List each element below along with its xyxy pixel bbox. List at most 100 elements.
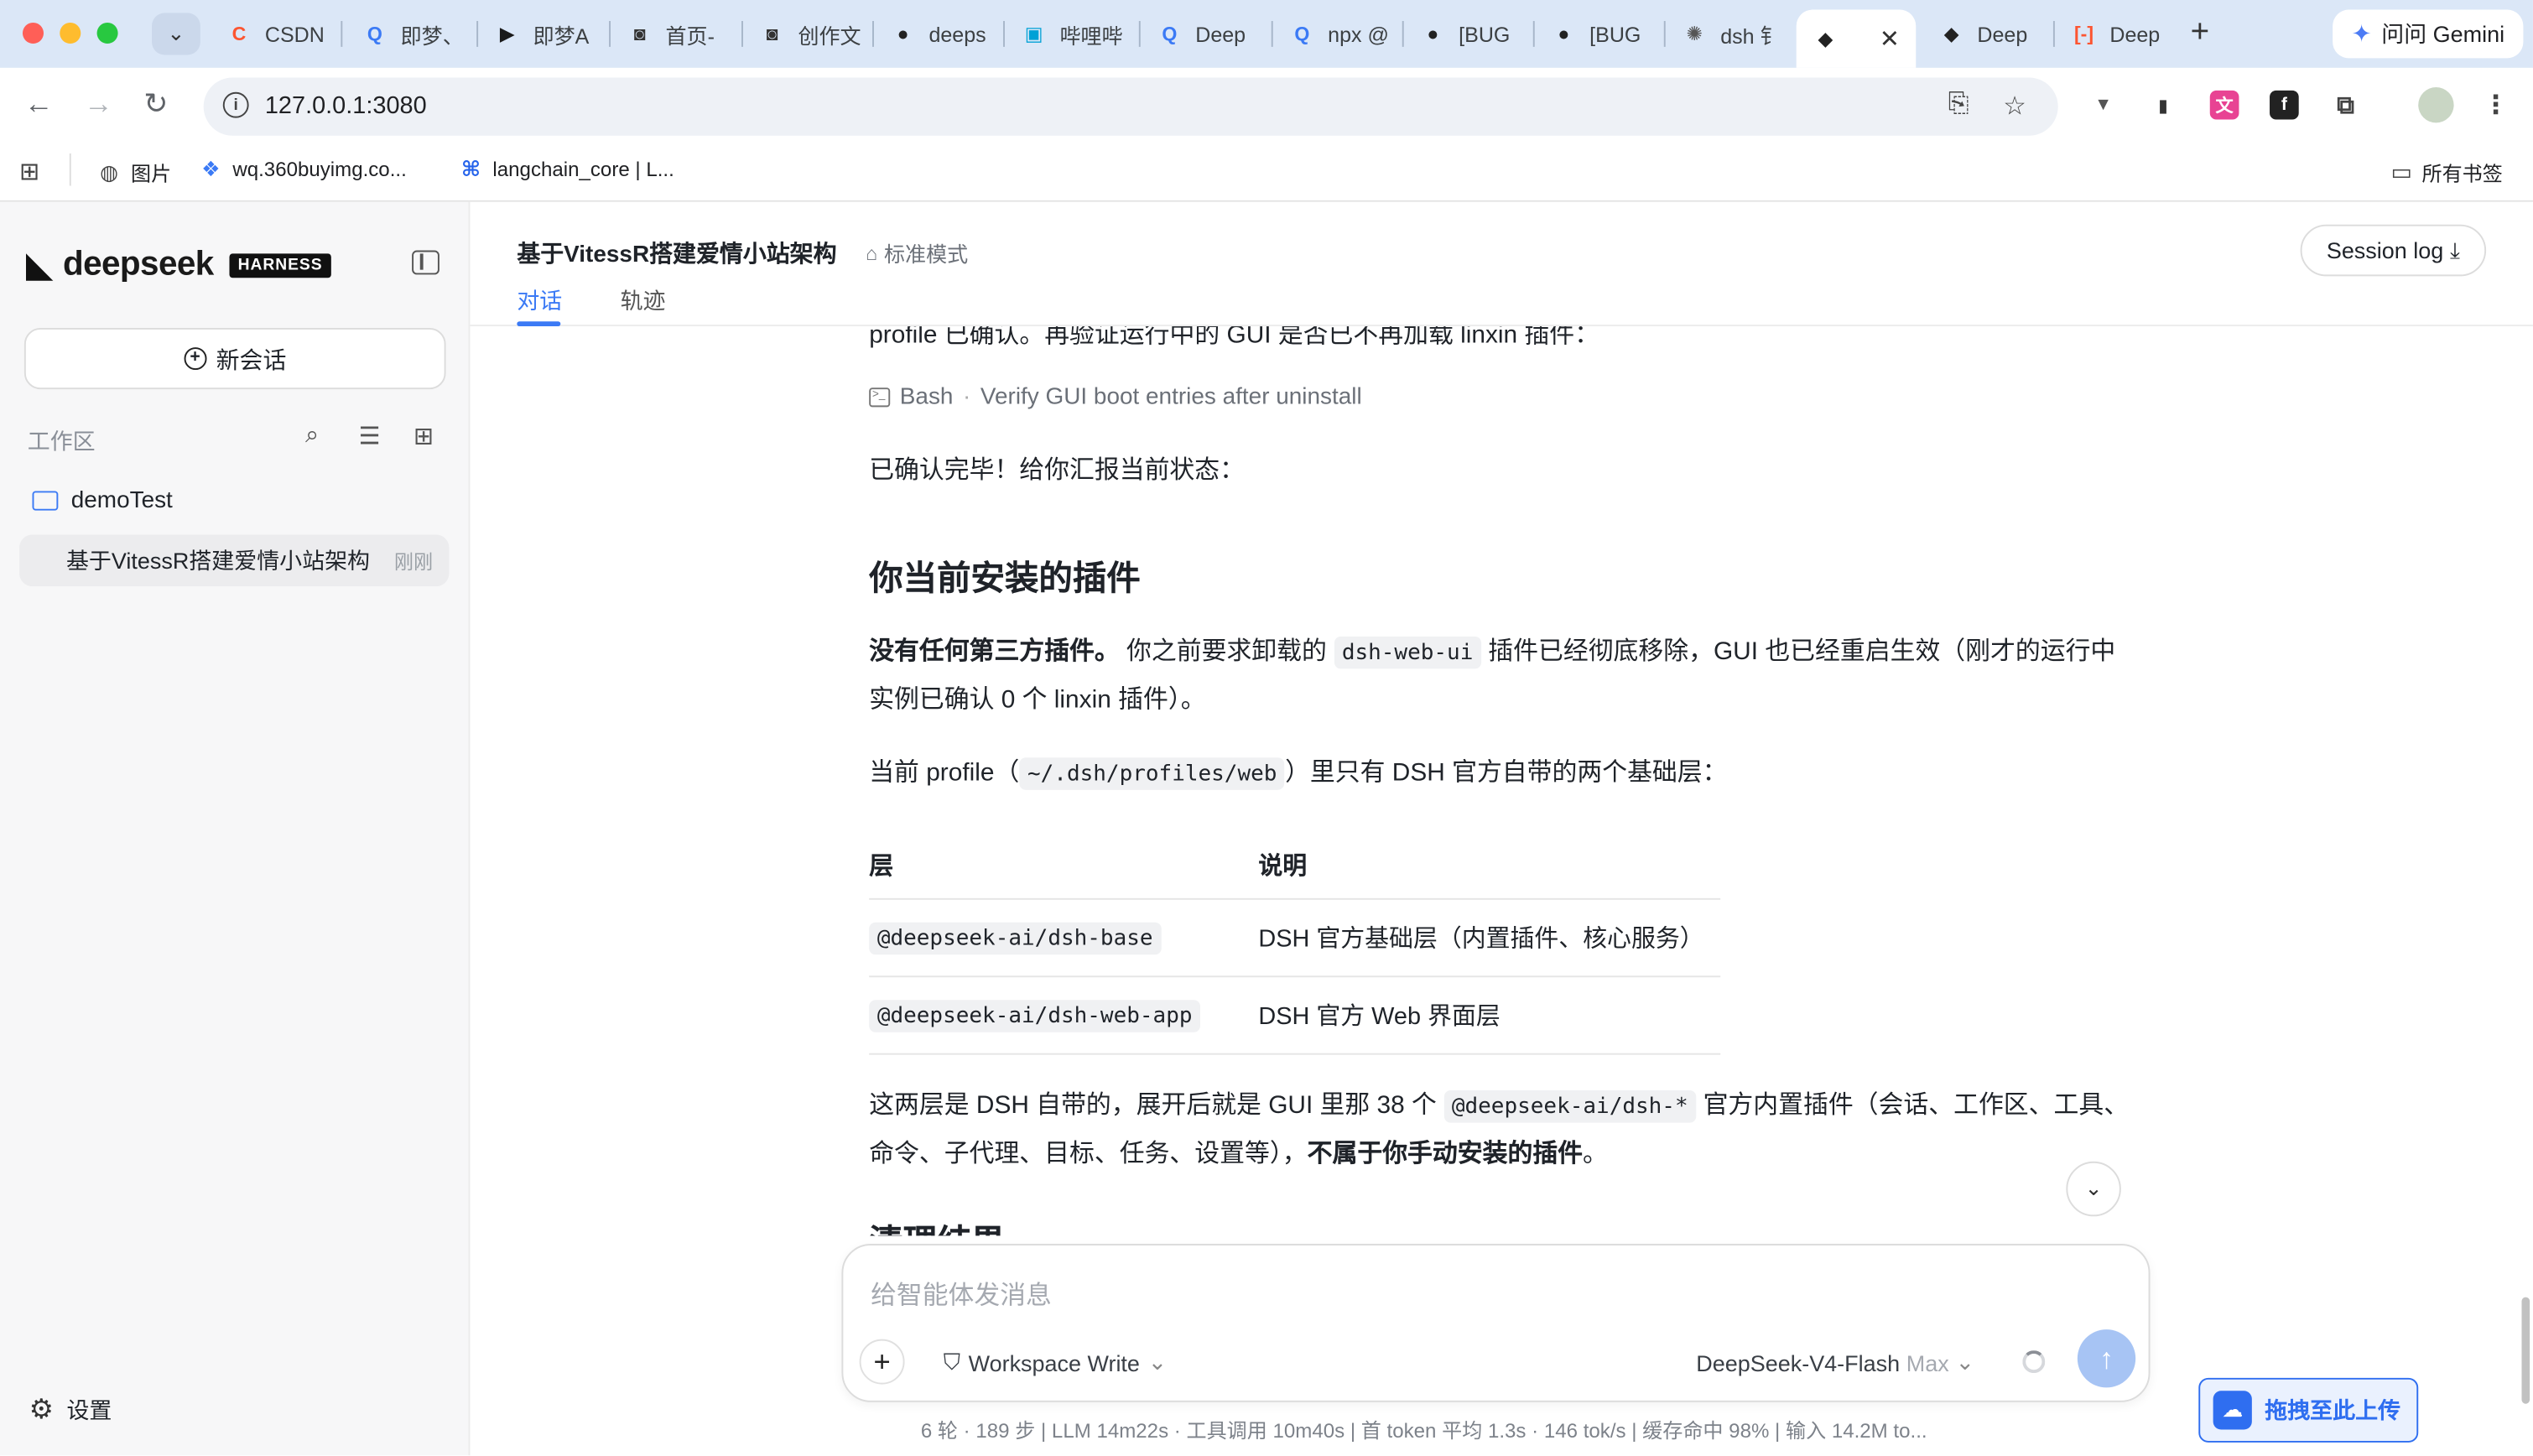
formula-extension-icon[interactable]: f bbox=[2270, 90, 2299, 120]
table-header-cell: 说明 bbox=[1258, 852, 1308, 881]
browser-tab[interactable]: ◙ 创作文 bbox=[743, 10, 871, 59]
browser-tab-bar: ⌄ C CSDN Q 即梦、 ▶ 即梦A ◙ 首页- ◙ 创作文 ● deeps ▣ 哔哩哔 Q Deep Qn… bbox=[0, 0, 2533, 68]
model-selector[interactable]: DeepSeek-V4-Flash Max ⌄ bbox=[1696, 1349, 1974, 1376]
model-tier: Max bbox=[1906, 1349, 1949, 1375]
site-info-icon[interactable]: i bbox=[222, 91, 249, 118]
browser-tab[interactable]: Qnpx @ bbox=[1273, 10, 1401, 59]
tab-label: 创作文 bbox=[798, 23, 861, 48]
main-panel: profile 已确认。再验证运行中的 GUI 是否已不再加载 linxin 插… bbox=[470, 201, 2533, 1456]
tab-label: dsh 钅 bbox=[1720, 23, 1781, 48]
address-url[interactable]: 127.0.0.1:3080 bbox=[265, 92, 427, 120]
confirm-paragraph: 已确认完毕！给你汇报当前状态： bbox=[869, 457, 1246, 485]
tab-label: 即梦、 bbox=[400, 23, 464, 48]
browser-tab[interactable]: ▣ 哔哩哔 bbox=[1005, 10, 1137, 59]
session-log-button[interactable]: Session log ⤓ bbox=[2300, 224, 2487, 277]
tab-label: 首页- bbox=[665, 23, 715, 48]
settings-button[interactable]: ⚙ 设置 bbox=[29, 1394, 112, 1427]
filter-sliders-icon[interactable]: ☰ bbox=[359, 422, 381, 451]
upload-dropzone-button[interactable]: ☁ 拖拽至此上传 bbox=[2198, 1377, 2419, 1443]
browser-tab[interactable]: ◆​✕ bbox=[1796, 9, 1917, 68]
new-folder-icon[interactable]: ⊞ bbox=[413, 422, 434, 451]
translate-extension-icon[interactable]: 文 bbox=[2209, 90, 2239, 120]
session-title: 基于VitessR搭建爱情小站架构 bbox=[65, 547, 371, 574]
workspace-folder[interactable]: demoTest bbox=[32, 488, 173, 513]
window-minimize-button[interactable] bbox=[60, 22, 81, 44]
browser-toolbar: ← → ↻ i 127.0.0.1:3080 ⎘ ☆ ▼ ▮ 文 f ⧉ ⋮ bbox=[0, 67, 2533, 143]
window-maximize-button[interactable] bbox=[96, 22, 118, 44]
tab-search-chevron-icon[interactable]: ⌄ bbox=[152, 13, 200, 55]
gemini-button[interactable]: ✦ 问问 Gemini bbox=[2333, 9, 2524, 59]
gemini-sparkle-icon: ✦ bbox=[2351, 21, 2372, 49]
search-icon[interactable]: ⌕ bbox=[305, 422, 319, 450]
tab-trace[interactable]: 轨迹 bbox=[621, 284, 666, 317]
terminal-icon: >_ bbox=[869, 387, 891, 408]
scroll-to-bottom-button[interactable]: ⌄ bbox=[2066, 1161, 2121, 1217]
browser-tab[interactable]: [-] Deep bbox=[2055, 10, 2181, 59]
scrollbar[interactable] bbox=[2521, 1297, 2530, 1404]
phone-extension-icon[interactable]: ▮ bbox=[2149, 91, 2178, 120]
bookmark-item[interactable]: ⌘ langchain_core | L... bbox=[459, 156, 674, 181]
vue-devtools-icon[interactable]: ▼ bbox=[2088, 91, 2118, 120]
session-item[interactable]: 基于VitessR搭建爱情小站架构 刚刚 bbox=[19, 534, 450, 587]
dot-separator: · bbox=[963, 384, 971, 411]
message-input[interactable]: 给智能体发消息 bbox=[871, 1273, 1052, 1312]
new-chat-button[interactable]: + 新会话 bbox=[23, 327, 446, 390]
bookmark-item[interactable]: ❖ wq.360buyimg.co... bbox=[199, 156, 407, 181]
session-time: 刚刚 bbox=[393, 549, 434, 573]
apps-grid-icon[interactable]: ⊞ bbox=[19, 157, 39, 186]
mode-tag[interactable]: ⌂ 标准模式 bbox=[866, 237, 968, 268]
browser-tab[interactable]: ● [BUG bbox=[1404, 10, 1532, 59]
tool-name: Bash bbox=[899, 384, 954, 411]
tab-favicon-icon: ● bbox=[1558, 22, 1570, 45]
forward-arrow-icon[interactable]: → bbox=[84, 87, 113, 121]
tab-close-icon[interactable]: ✕ bbox=[1880, 24, 1900, 54]
inline-code: @deepseek-ai/dsh-* bbox=[1443, 1090, 1697, 1123]
browser-tab[interactable]: ◙ 首页- bbox=[611, 10, 740, 59]
bookmark-label: langchain_core | L... bbox=[492, 157, 674, 180]
browser-tab[interactable]: ◆ Deep bbox=[1922, 10, 2052, 59]
tab-conversation[interactable]: 对话 bbox=[517, 284, 562, 317]
all-bookmarks[interactable]: ▭ 所有书签 bbox=[2390, 157, 2502, 188]
address-bar[interactable]: i 127.0.0.1:3080 ⎘ ☆ bbox=[203, 77, 2058, 136]
bookmark-item[interactable]: ◍ 图片 bbox=[97, 157, 171, 188]
new-tab-plus-icon[interactable]: + bbox=[2191, 14, 2210, 51]
inline-code: ~/.dsh/profiles/web bbox=[1019, 757, 1286, 790]
tab-favicon-icon: ● bbox=[1427, 22, 1439, 45]
tab-favicon-icon: ◙ bbox=[633, 22, 646, 45]
sidebar-toggle-icon[interactable] bbox=[412, 250, 440, 275]
table-cell: DSH 官方基础层（内置插件、核心服务） bbox=[1258, 925, 1704, 954]
permission-selector[interactable]: ⛉ Workspace Write ⌄ bbox=[944, 1349, 1167, 1376]
bookmarks-bar: ⊞ ◍ 图片 ❖ wq.360buyimg.co... ⌘ langchain_core … bbox=[0, 142, 2533, 202]
browser-tab[interactable]: ● deeps bbox=[874, 10, 1001, 59]
window-close-button[interactable] bbox=[22, 22, 44, 44]
tab-label: deeps bbox=[928, 22, 986, 46]
browser-tab[interactable]: Q Deep bbox=[1141, 10, 1270, 59]
message-composer: 给智能体发消息 + ⛉ Workspace Write ⌄ DeepSeek-V… bbox=[841, 1244, 2151, 1402]
tab-favicon-icon: Q bbox=[367, 22, 382, 45]
browser-tab[interactable]: ▶ 即梦A bbox=[478, 10, 607, 59]
send-button[interactable]: ↑ bbox=[2077, 1329, 2136, 1388]
install-app-icon[interactable]: ⎘ bbox=[1948, 91, 1969, 120]
settings-label: 设置 bbox=[66, 1396, 112, 1423]
permission-label: Workspace Write bbox=[968, 1349, 1140, 1375]
reload-icon[interactable]: ↻ bbox=[143, 87, 168, 121]
browser-tab[interactable]: ✺ dsh 钅 bbox=[1666, 10, 1793, 59]
extensions-puzzle-icon[interactable]: ⧉ bbox=[2331, 91, 2360, 120]
browser-menu-icon[interactable]: ⋮ bbox=[2481, 91, 2510, 120]
browser-tab[interactable]: C CSDN bbox=[210, 10, 339, 59]
tool-call-bash[interactable]: >_ Bash · Verify GUI boot entries after … bbox=[869, 384, 1362, 410]
inline-code: dsh-web-ui bbox=[1334, 636, 1481, 669]
tab-favicon-icon: C bbox=[231, 22, 247, 45]
upload-label: 拖拽至此上传 bbox=[2265, 1396, 2401, 1423]
text: 这两层是 DSH 自带的，展开后就是 GUI 里那 38 个 bbox=[869, 1091, 1444, 1120]
back-arrow-icon[interactable]: ← bbox=[24, 87, 54, 121]
attach-plus-button[interactable]: + bbox=[859, 1339, 905, 1385]
browser-tab[interactable]: ● [BUG bbox=[1535, 10, 1662, 59]
plus-circle-icon: + bbox=[184, 347, 207, 371]
profile-avatar[interactable] bbox=[2418, 87, 2454, 123]
text: 当前 profile（ bbox=[869, 759, 1020, 787]
paragraph-profile: 当前 profile（ ~/.dsh/profiles/web ）里只有 DSH 官… bbox=[869, 750, 2129, 798]
browser-tab[interactable]: Q 即梦、 bbox=[346, 10, 475, 59]
tab-favicon-icon: ▶ bbox=[499, 22, 515, 45]
bookmark-star-icon[interactable]: ☆ bbox=[2003, 91, 2026, 123]
